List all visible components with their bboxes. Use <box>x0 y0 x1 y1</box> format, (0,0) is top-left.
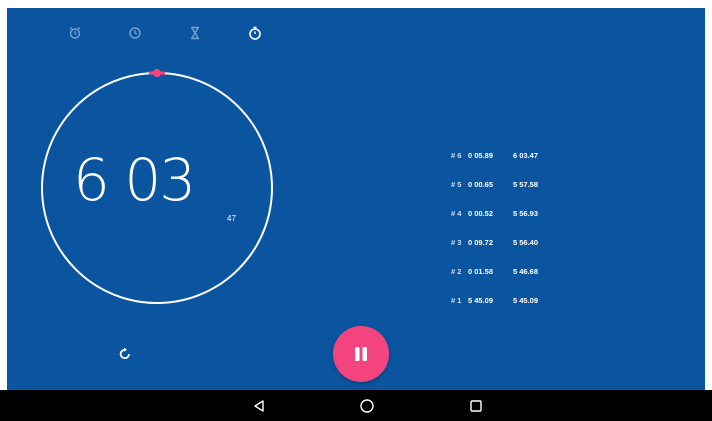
mode-tabs <box>45 22 285 44</box>
lap-split: 0 01.58 <box>468 267 494 276</box>
elapsed-hundredths: 47 <box>227 214 236 223</box>
stopwatch-icon <box>249 26 261 40</box>
elapsed-time: 6 03 <box>73 146 196 214</box>
lap-row: # 5 0 00.65 5 57.58 <box>451 170 558 199</box>
lap-total: 6 03.47 <box>513 151 539 160</box>
recents-icon <box>470 400 482 412</box>
lap-split: 0 00.65 <box>468 180 494 189</box>
lap-split: 0 05.89 <box>468 151 494 160</box>
lap-row: # 2 0 01.58 5 46.68 <box>451 257 558 286</box>
lap-number: # 4 <box>451 209 462 218</box>
tab-timer[interactable] <box>165 22 225 44</box>
nav-home-button[interactable] <box>357 396 377 416</box>
lap-number: # 6 <box>451 151 462 160</box>
tab-clock[interactable] <box>105 22 165 44</box>
lap-total: 5 57.58 <box>513 180 539 189</box>
nav-recents-button[interactable] <box>466 396 486 416</box>
pause-button[interactable] <box>333 326 389 382</box>
system-navigation-bar <box>0 390 712 421</box>
lap-total: 5 46.68 <box>513 267 539 276</box>
reset-button[interactable] <box>113 342 137 366</box>
lap-split: 0 00.52 <box>468 209 494 218</box>
home-icon <box>360 399 374 413</box>
timer-icon <box>191 26 199 40</box>
lap-number: # 1 <box>451 296 462 305</box>
lap-number: # 5 <box>451 180 462 189</box>
lap-row: # 6 0 05.89 6 03.47 <box>451 141 558 170</box>
tab-alarm[interactable] <box>45 22 105 44</box>
reset-icon <box>119 347 130 360</box>
lap-row: # 4 0 00.52 5 56.93 <box>451 199 558 228</box>
alarm-icon <box>69 26 81 39</box>
lap-row: # 3 0 09.72 5 56.40 <box>451 228 558 257</box>
lap-row: # 1 5 45.09 5 45.09 <box>451 286 558 315</box>
tab-stopwatch[interactable] <box>225 22 285 44</box>
lap-number: # 2 <box>451 267 462 276</box>
lap-number: # 3 <box>451 238 462 247</box>
lap-total: 5 45.09 <box>513 296 539 305</box>
lap-list: # 6 0 05.89 6 03.47 # 5 0 00.65 5 57.58 … <box>451 141 558 315</box>
clock-icon <box>129 27 141 39</box>
lap-total: 5 56.40 <box>513 238 539 247</box>
lap-split: 0 09.72 <box>468 238 494 247</box>
pause-icon <box>355 347 367 361</box>
lap-split: 5 45.09 <box>468 296 494 305</box>
lap-total: 5 56.93 <box>513 209 539 218</box>
stopwatch-screen: 6 03 47 # 6 0 05.89 6 03.47 # 5 0 00.65 … <box>7 8 705 421</box>
nav-back-button[interactable] <box>249 396 269 416</box>
back-icon <box>254 400 264 412</box>
